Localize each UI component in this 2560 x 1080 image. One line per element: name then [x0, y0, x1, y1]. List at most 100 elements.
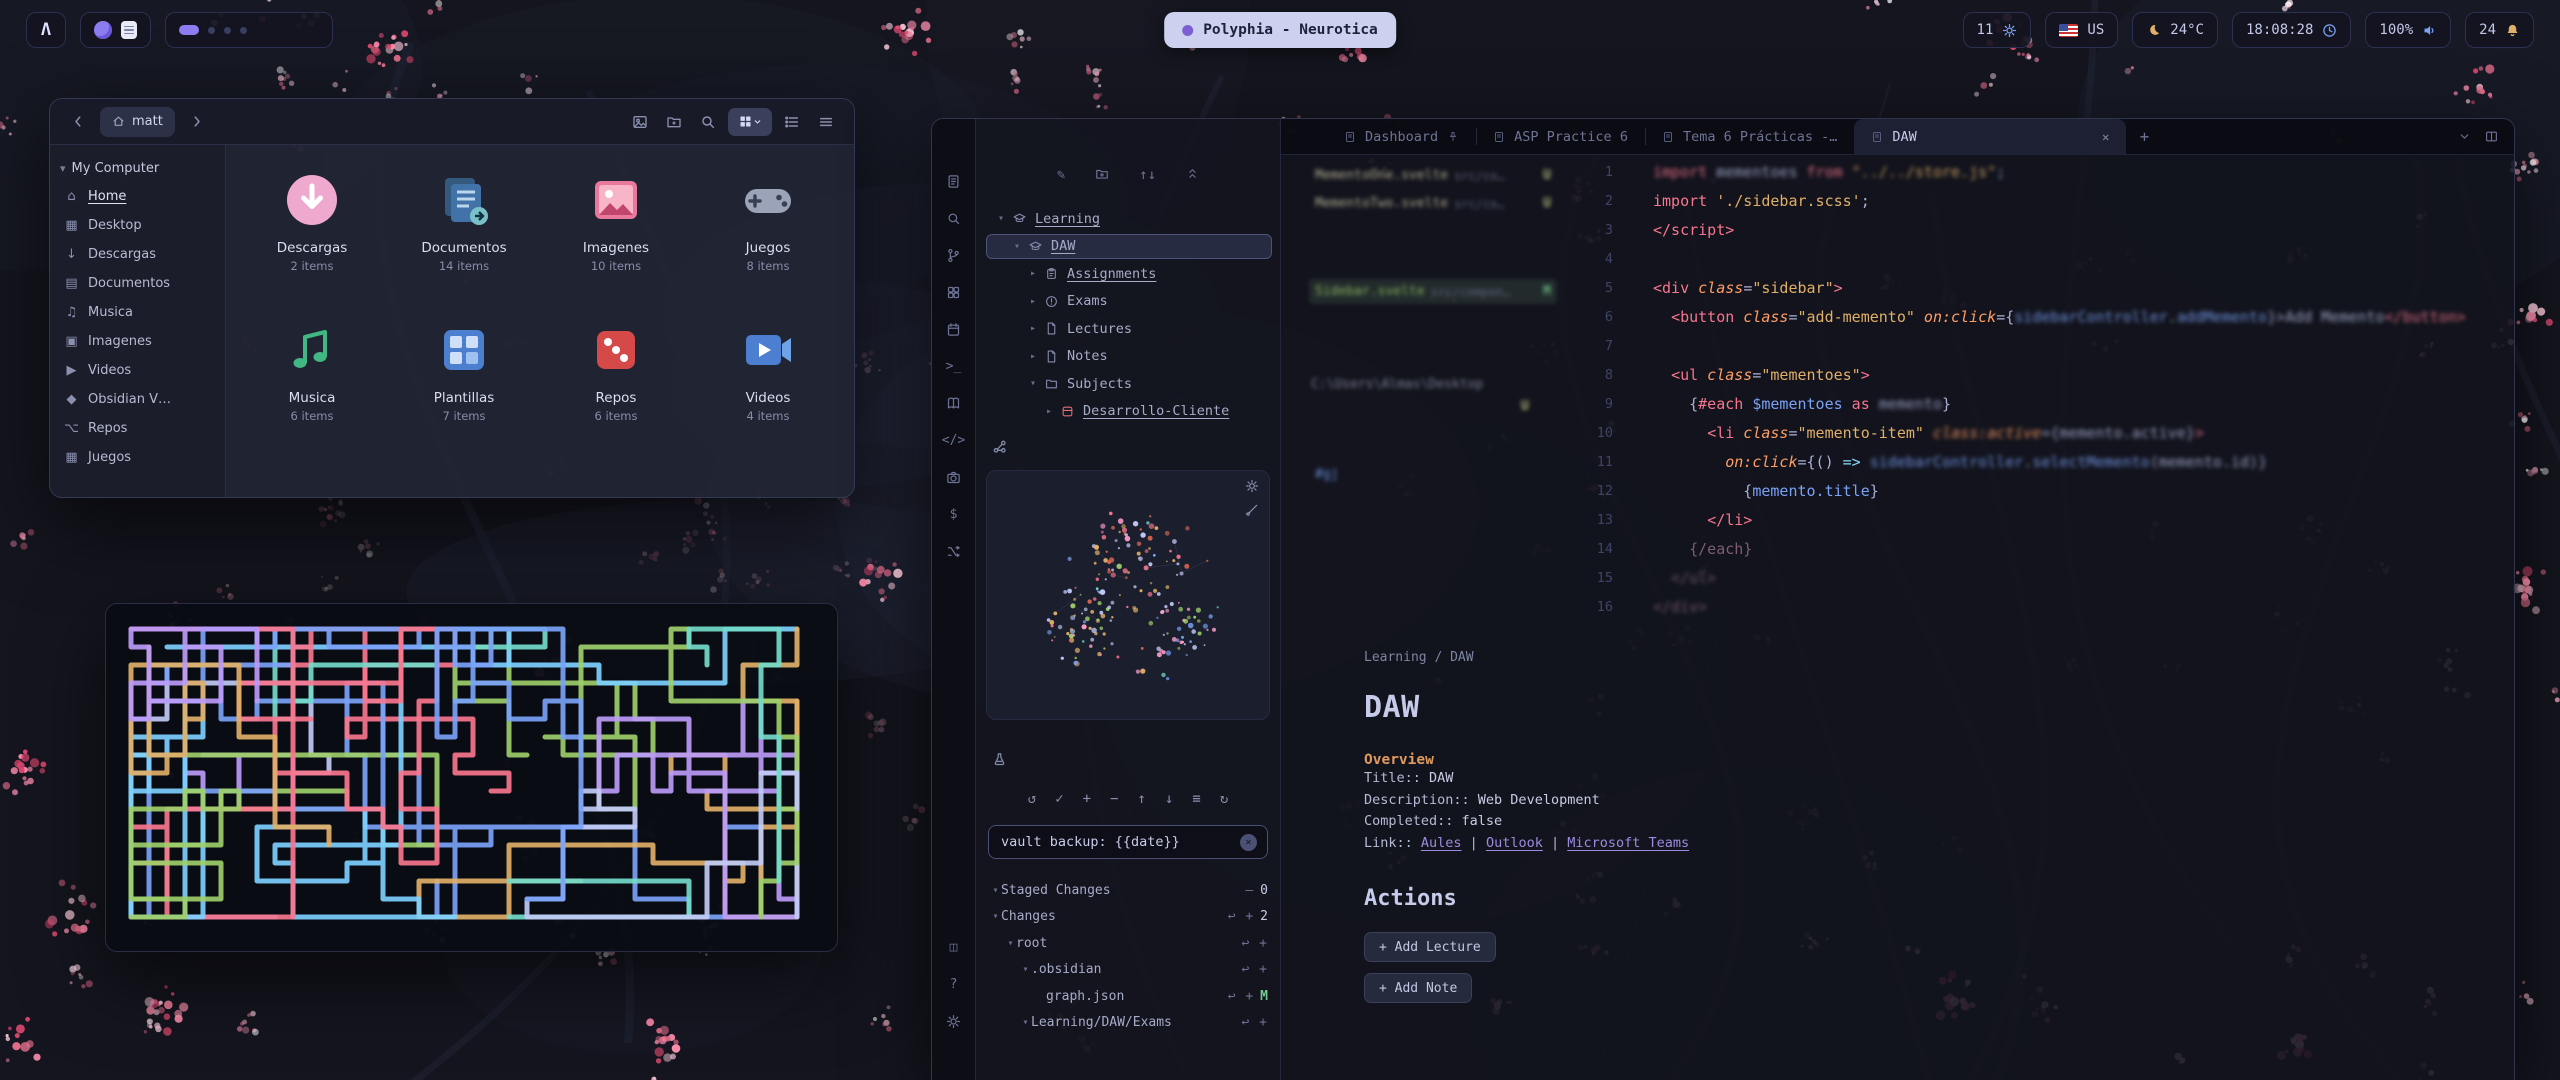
sort-icon[interactable]: ↑↓ [1139, 167, 1156, 183]
git-row-actions[interactable]: — [1245, 883, 1254, 898]
git-row-changes[interactable]: ▾Changes↩ +2 [976, 904, 1280, 931]
search-icon[interactable] [942, 206, 966, 230]
brush-icon[interactable] [1245, 503, 1259, 517]
tree-item-assignments[interactable]: ▸Assignments [976, 260, 1280, 288]
settings-icon[interactable] [942, 1009, 966, 1033]
chevron-icon[interactable]: ▸ [1028, 268, 1038, 279]
tab-daw[interactable]: DAW✕ [1854, 119, 2126, 154]
folder-documentos[interactable]: Documentos14 items [421, 165, 506, 315]
local-graph-icon[interactable] [992, 439, 1008, 455]
tree-item-desarrollo-cliente[interactable]: ▸Desarrollo-Cliente [976, 398, 1280, 426]
editor-area[interactable]: MementoOne.sveltesrc/co…UMementoTwo.svel… [1281, 155, 2514, 1080]
new-folder-icon[interactable] [1095, 167, 1109, 183]
workspace-dot[interactable] [224, 27, 231, 34]
folder-repos[interactable]: Repos6 items [589, 315, 643, 465]
change-list-icon[interactable]: ≡ [1192, 791, 1200, 807]
terminal-icon[interactable]: >_ [942, 354, 966, 378]
vault-icon[interactable]: ◫ [942, 935, 966, 959]
chevron-icon[interactable]: ▸ [1028, 296, 1038, 307]
chevron-down-icon[interactable] [2458, 130, 2471, 143]
pull-icon[interactable]: ↓ [1165, 791, 1173, 807]
folder-musica[interactable]: Musica6 items [285, 315, 339, 465]
chevron-icon[interactable]: ▾ [1020, 1017, 1031, 1028]
grid-view-button[interactable] [728, 108, 772, 136]
chevron-icon[interactable]: ▸ [1028, 351, 1038, 362]
calendar-icon[interactable] [942, 317, 966, 341]
new-note-icon[interactable]: ✎ [1057, 167, 1065, 183]
launcher-button[interactable]: Λ [26, 12, 66, 48]
menu-button[interactable] [812, 108, 840, 136]
git-row-actions[interactable]: ↩ + [1242, 1015, 1268, 1030]
tab-tema-6-pr-cticas-[interactable]: Tema 6 Prácticas -… [1645, 119, 1854, 154]
folder-imagenes[interactable]: Imagenes10 items [583, 165, 649, 315]
keyboard-layout-module[interactable]: US [2045, 12, 2118, 48]
git-row--obsidian[interactable]: ▾.obsidian↩ + [976, 957, 1280, 984]
chevron-icon[interactable]: ▾ [1005, 938, 1016, 949]
sidebar-item-videos[interactable]: ▶Videos [50, 356, 225, 385]
push-icon[interactable]: ↑ [1138, 791, 1146, 807]
chevron-icon[interactable]: ▾ [1020, 964, 1031, 975]
folder-videos[interactable]: Videos4 items [741, 315, 795, 465]
updates-module[interactable]: 11 [1963, 12, 2032, 48]
folder-plantillas[interactable]: Plantillas7 items [434, 315, 495, 465]
close-icon[interactable]: ✕ [2102, 130, 2109, 144]
provider-icon[interactable]: ↺ [1028, 791, 1036, 807]
workspace-dot[interactable] [240, 27, 247, 34]
sidebar-item-juegos[interactable]: ▦Juegos [50, 443, 225, 472]
help-icon[interactable]: ? [942, 972, 966, 996]
git-row-actions[interactable]: ↩ + [1228, 909, 1254, 924]
flask-icon[interactable] [992, 752, 1007, 767]
button--add-note[interactable]: + Add Note [1364, 973, 1472, 1003]
sidebar-item-documentos[interactable]: ▤Documentos [50, 269, 225, 298]
tab-asp-practice-6[interactable]: ASP Practice 6 [1476, 119, 1645, 154]
clock-module[interactable]: 18:08:28 [2232, 12, 2351, 48]
sidebar-section-title[interactable]: ▾ My Computer [50, 155, 225, 182]
sidebar-item-imagenes[interactable]: ▣Imagenes [50, 327, 225, 356]
workspace-dot[interactable] [208, 27, 215, 34]
now-playing-pill[interactable]: Polyphia - Neurotica [1164, 12, 1396, 48]
new-tab-button[interactable]: + [2126, 119, 2162, 154]
chevron-icon[interactable]: ▾ [996, 213, 1006, 224]
git-row-graph-json[interactable]: graph.json↩ +M [976, 983, 1280, 1010]
chevron-icon[interactable]: ▾ [1028, 378, 1038, 389]
refresh-icon[interactable]: ↻ [1220, 791, 1228, 807]
note-breadcrumb[interactable]: Learning / DAW [1364, 650, 2144, 665]
git-row-staged-changes[interactable]: ▾Staged Changes—0 [976, 877, 1280, 904]
git-row-actions[interactable]: ↩ + [1242, 936, 1268, 951]
canvas-icon[interactable] [942, 280, 966, 304]
hyprland-icon[interactable] [94, 21, 112, 39]
folder-juegos[interactable]: Juegos8 items [741, 165, 795, 315]
commit-icon[interactable]: ✓ [1055, 791, 1063, 807]
tab-dashboard[interactable]: Dashboard [1327, 119, 1476, 154]
workspace-active-dot[interactable] [179, 25, 199, 35]
commit-message-input[interactable]: vault backup: {{date}} ✕ [988, 825, 1268, 859]
git-row-actions[interactable]: ↩ + [1242, 962, 1268, 977]
gear-icon[interactable] [1245, 479, 1259, 493]
graph-view-canvas[interactable] [987, 471, 1270, 719]
external-link-outlook[interactable]: Outlook [1486, 835, 1543, 851]
sidebar-item-musica[interactable]: ♫Musica [50, 298, 225, 327]
code-icon[interactable]: </> [942, 428, 966, 452]
sidebar-item-repos[interactable]: ⌥Repos [50, 414, 225, 443]
collapse-icon[interactable] [1186, 167, 1199, 183]
chevron-icon[interactable]: ▸ [1044, 406, 1054, 417]
notes-icon[interactable] [121, 21, 137, 39]
unstage-all-icon[interactable]: − [1110, 791, 1118, 807]
tree-item-subjects[interactable]: ▾Subjects [976, 370, 1280, 398]
chevron-icon[interactable]: ▾ [990, 885, 1001, 896]
tree-item-exams[interactable]: ▸Exams [976, 288, 1280, 316]
workspaces-indicator[interactable] [165, 12, 333, 48]
dollar-icon[interactable]: $ [942, 502, 966, 526]
camera-icon[interactable] [942, 465, 966, 489]
git-row-root[interactable]: ▾root↩ + [976, 930, 1280, 957]
shuffle-icon[interactable] [942, 539, 966, 563]
picture-icon[interactable] [626, 108, 654, 136]
graph-view-panel[interactable] [986, 470, 1270, 720]
tree-item-learning[interactable]: ▾Learning [976, 205, 1280, 233]
files-icon[interactable] [942, 169, 966, 193]
chevron-icon[interactable]: ▸ [1028, 323, 1038, 334]
list-view-button[interactable] [778, 108, 806, 136]
clear-icon[interactable]: ✕ [1240, 834, 1257, 851]
split-layout-icon[interactable] [2485, 130, 2498, 143]
weather-module[interactable]: 24°C [2132, 12, 2218, 48]
